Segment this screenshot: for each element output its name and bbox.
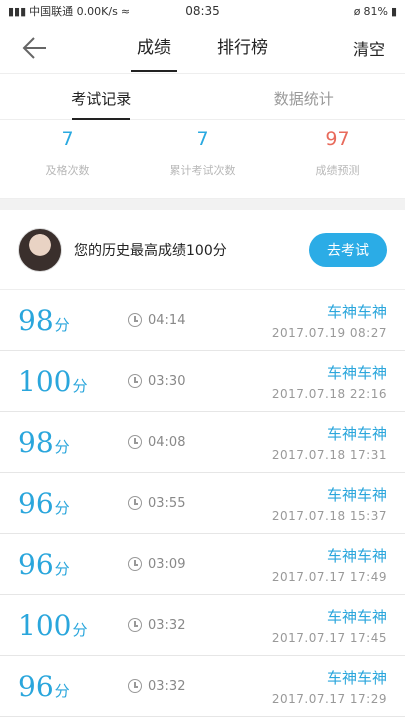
score-value: 96	[18, 547, 54, 581]
record-date: 2017.07.19 08:27	[271, 325, 387, 340]
duration-value: 03:55	[148, 495, 186, 511]
tab-scores[interactable]: 成绩	[127, 23, 181, 72]
score-unit: 分	[54, 437, 70, 456]
score-unit: 分	[54, 498, 70, 517]
tab-exam-records[interactable]: 考试记录	[0, 74, 203, 119]
score-value: 98	[18, 425, 54, 459]
rank-title: 车神车神	[326, 668, 387, 687]
list-item[interactable]: 96分 03:09 车神车神 2017.07.17 17:49	[0, 534, 405, 595]
best-score-text: 您的历史最高成绩100分	[74, 242, 227, 259]
clock-icon	[128, 374, 142, 388]
clock-icon	[128, 679, 142, 693]
score: 96分	[18, 548, 128, 581]
rank-title: 车神车神	[326, 546, 387, 565]
score: 100分	[18, 365, 128, 398]
stat-value: 7	[196, 128, 209, 150]
tab-ranking[interactable]: 排行榜	[207, 23, 278, 72]
list-item[interactable]: 100分 03:30 车神车神 2017.07.18 22:16	[0, 351, 405, 412]
record-meta: 车神车神 2017.07.17 17:45	[272, 606, 387, 645]
stat-score-prediction: 97 成绩预测	[270, 120, 405, 198]
record-date: 2017.07.17 17:29	[271, 691, 387, 706]
clock-icon	[128, 496, 142, 510]
score-value: 96	[18, 669, 54, 703]
section-divider	[0, 198, 405, 210]
score: 98分	[18, 304, 128, 337]
list-item[interactable]: 98分 04:08 车神车神 2017.07.18 17:31	[0, 412, 405, 473]
duration-value: 03:32	[148, 678, 186, 694]
duration: 04:08	[128, 435, 248, 450]
record-meta: 车神车神 2017.07.18 15:37	[272, 484, 387, 523]
stat-value: 7	[61, 128, 74, 150]
list-item[interactable]: 96分 03:55 车神车神 2017.07.18 15:37	[0, 473, 405, 534]
duration-value: 03:32	[148, 617, 186, 633]
clock-icon	[128, 313, 142, 327]
stat-pass-count: 7 及格次数	[0, 120, 135, 198]
score-unit: 分	[72, 376, 88, 395]
record-date: 2017.07.17 17:45	[271, 630, 387, 645]
score: 96分	[18, 670, 128, 703]
score-value: 100	[18, 364, 72, 398]
stat-label: 及格次数	[45, 164, 90, 177]
record-meta: 车神车神 2017.07.17 17:49	[272, 545, 387, 584]
clock-icon	[128, 557, 142, 571]
record-date: 2017.07.18 15:37	[271, 508, 387, 523]
duration: 03:32	[128, 618, 248, 633]
score-value: 100	[18, 608, 72, 642]
duration: 03:09	[128, 557, 248, 572]
record-date: 2017.07.18 17:31	[271, 447, 387, 462]
stat-total-exams: 7 累计考试次数	[135, 120, 270, 198]
stat-label: 累计考试次数	[169, 164, 236, 177]
best-score-banner: 您的历史最高成绩100分 去考试	[0, 210, 405, 290]
record-date: 2017.07.17 17:49	[271, 569, 387, 584]
list-item[interactable]: 96分 03:32 车神车神 2017.07.17 17:29	[0, 656, 405, 717]
score: 98分	[18, 426, 128, 459]
status-bar: ▮▮▮ 中国联通 0.00K/s ≈ 08:35 ø 81% ▮	[0, 0, 405, 22]
score-unit: 分	[54, 559, 70, 578]
stat-value: 97	[325, 128, 350, 150]
score-unit: 分	[54, 681, 70, 700]
status-time: 08:35	[185, 4, 220, 18]
duration-value: 04:08	[148, 434, 186, 450]
nav-tabs: 成绩 排行榜	[0, 23, 405, 72]
list-item[interactable]: 100分 03:32 车神车神 2017.07.17 17:45	[0, 595, 405, 656]
duration: 04:14	[128, 313, 248, 328]
clock-icon	[128, 435, 142, 449]
sub-tabs: 考试记录 数据统计	[0, 74, 405, 120]
duration-value: 03:30	[148, 373, 186, 389]
record-meta: 车神车神 2017.07.18 17:31	[272, 423, 387, 462]
duration: 03:55	[128, 496, 248, 511]
take-exam-button[interactable]: 去考试	[309, 232, 387, 267]
score: 100分	[18, 609, 128, 642]
record-meta: 车神车神 2017.07.19 08:27	[272, 301, 387, 340]
duration-value: 04:14	[148, 312, 186, 328]
rank-title: 车神车神	[326, 607, 387, 626]
duration: 03:30	[128, 374, 248, 389]
rank-title: 车神车神	[326, 302, 387, 321]
rank-title: 车神车神	[326, 485, 387, 504]
clear-button[interactable]: 清空	[353, 36, 385, 60]
list-item[interactable]: 98分 04:14 车神车神 2017.07.19 08:27	[0, 290, 405, 351]
record-date: 2017.07.18 22:16	[271, 386, 387, 401]
duration: 03:32	[128, 679, 248, 694]
stats-row: 7 及格次数 7 累计考试次数 97 成绩预测	[0, 120, 405, 198]
nav-bar: 成绩 排行榜 清空	[0, 22, 405, 74]
tab-data-statistics[interactable]: 数据统计	[203, 74, 405, 119]
score-unit: 分	[54, 315, 70, 334]
avatar	[18, 227, 62, 272]
rank-title: 车神车神	[326, 424, 387, 443]
stat-label: 成绩预测	[315, 164, 360, 177]
records-list: 98分 04:14 车神车神 2017.07.19 08:27 100分 03:30 车神车…	[0, 290, 405, 717]
record-meta: 车神车神 2017.07.17 17:29	[272, 667, 387, 706]
score: 96分	[18, 487, 128, 520]
score-value: 98	[18, 303, 54, 337]
rank-title: 车神车神	[326, 363, 387, 382]
score-unit: 分	[72, 620, 88, 639]
score-value: 96	[18, 486, 54, 520]
record-meta: 车神车神 2017.07.18 22:16	[272, 362, 387, 401]
duration-value: 03:09	[148, 556, 186, 572]
clock-icon	[128, 618, 142, 632]
